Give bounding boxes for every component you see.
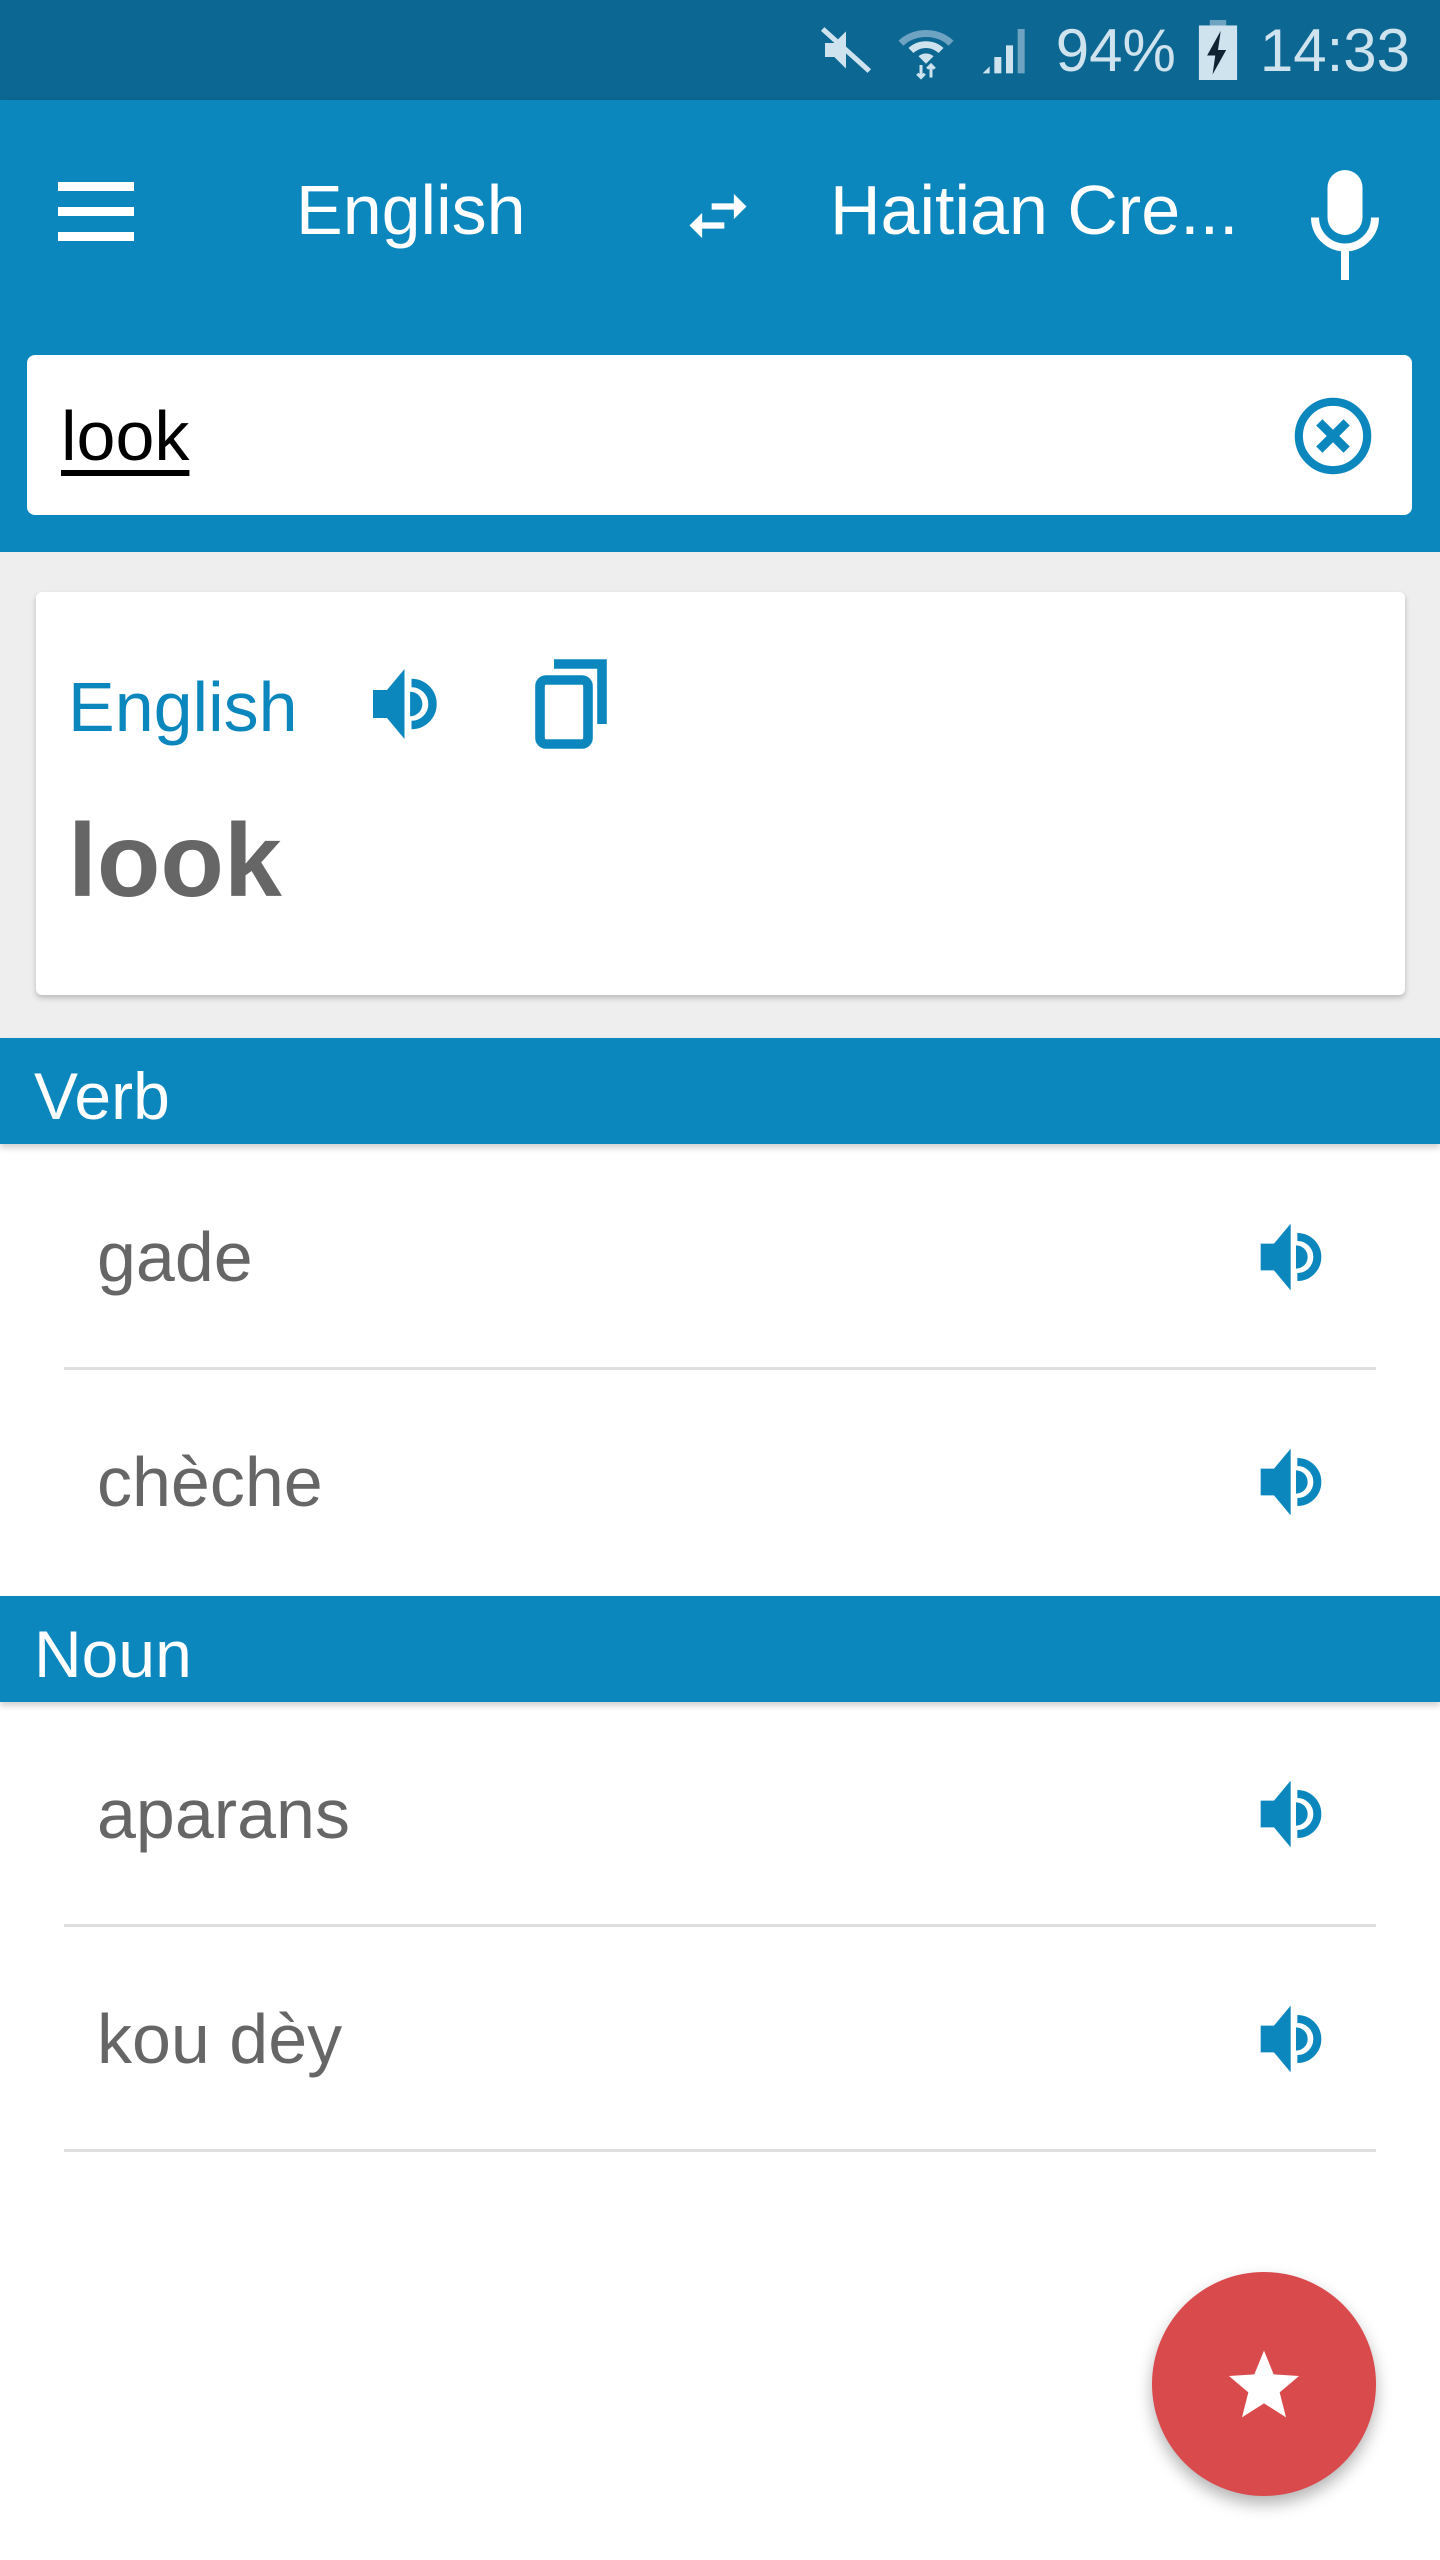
wifi-icon <box>898 30 954 80</box>
section-header-verb: Verb <box>0 1038 1440 1144</box>
search-field <box>27 355 1412 515</box>
section-header-noun: Noun <box>0 1596 1440 1702</box>
clear-icon[interactable] <box>1292 395 1374 477</box>
source-language-label: English <box>68 668 298 746</box>
mute-icon <box>820 27 871 73</box>
menu-icon[interactable] <box>58 182 134 252</box>
translation-word: chèche <box>97 1443 323 1521</box>
source-word-card: English look <box>36 592 1405 995</box>
speaker-icon[interactable] <box>1254 1774 1334 1854</box>
speaker-icon[interactable] <box>366 662 450 746</box>
copy-icon[interactable] <box>532 656 616 752</box>
target-language-selector[interactable]: Haitian Cre... <box>830 170 1250 250</box>
battery-charging-icon <box>1198 20 1237 80</box>
translation-row[interactable]: gade <box>0 1145 1440 1370</box>
star-icon <box>1229 2350 1299 2418</box>
divider <box>64 2149 1376 2152</box>
search-input[interactable] <box>59 385 1263 487</box>
translation-word: kou dèy <box>97 2000 343 2078</box>
translation-row[interactable]: kou dèy <box>0 1927 1440 2152</box>
translation-word: aparans <box>97 1775 350 1853</box>
source-word: look <box>68 803 282 919</box>
speaker-icon[interactable] <box>1254 1999 1334 2079</box>
battery-percent: 94% <box>1055 16 1176 84</box>
section-title: Noun <box>34 1617 192 1691</box>
app-bar: English Haitian Cre... <box>0 100 1440 552</box>
source-language-selector[interactable]: English <box>296 170 526 250</box>
swap-icon[interactable] <box>680 178 756 254</box>
mic-icon[interactable] <box>1310 170 1380 280</box>
speaker-icon[interactable] <box>1254 1442 1334 1522</box>
favorite-fab-button[interactable] <box>1152 2272 1376 2496</box>
translation-row[interactable]: aparans <box>0 1702 1440 1927</box>
signal-icon <box>982 29 1025 74</box>
status-bar: 94% 14:33 <box>0 0 1440 100</box>
clock: 14:33 <box>1259 16 1410 84</box>
translation-word: gade <box>97 1218 253 1296</box>
translation-row[interactable]: chèche <box>0 1370 1440 1595</box>
speaker-icon[interactable] <box>1254 1217 1334 1297</box>
section-title: Verb <box>34 1059 170 1133</box>
